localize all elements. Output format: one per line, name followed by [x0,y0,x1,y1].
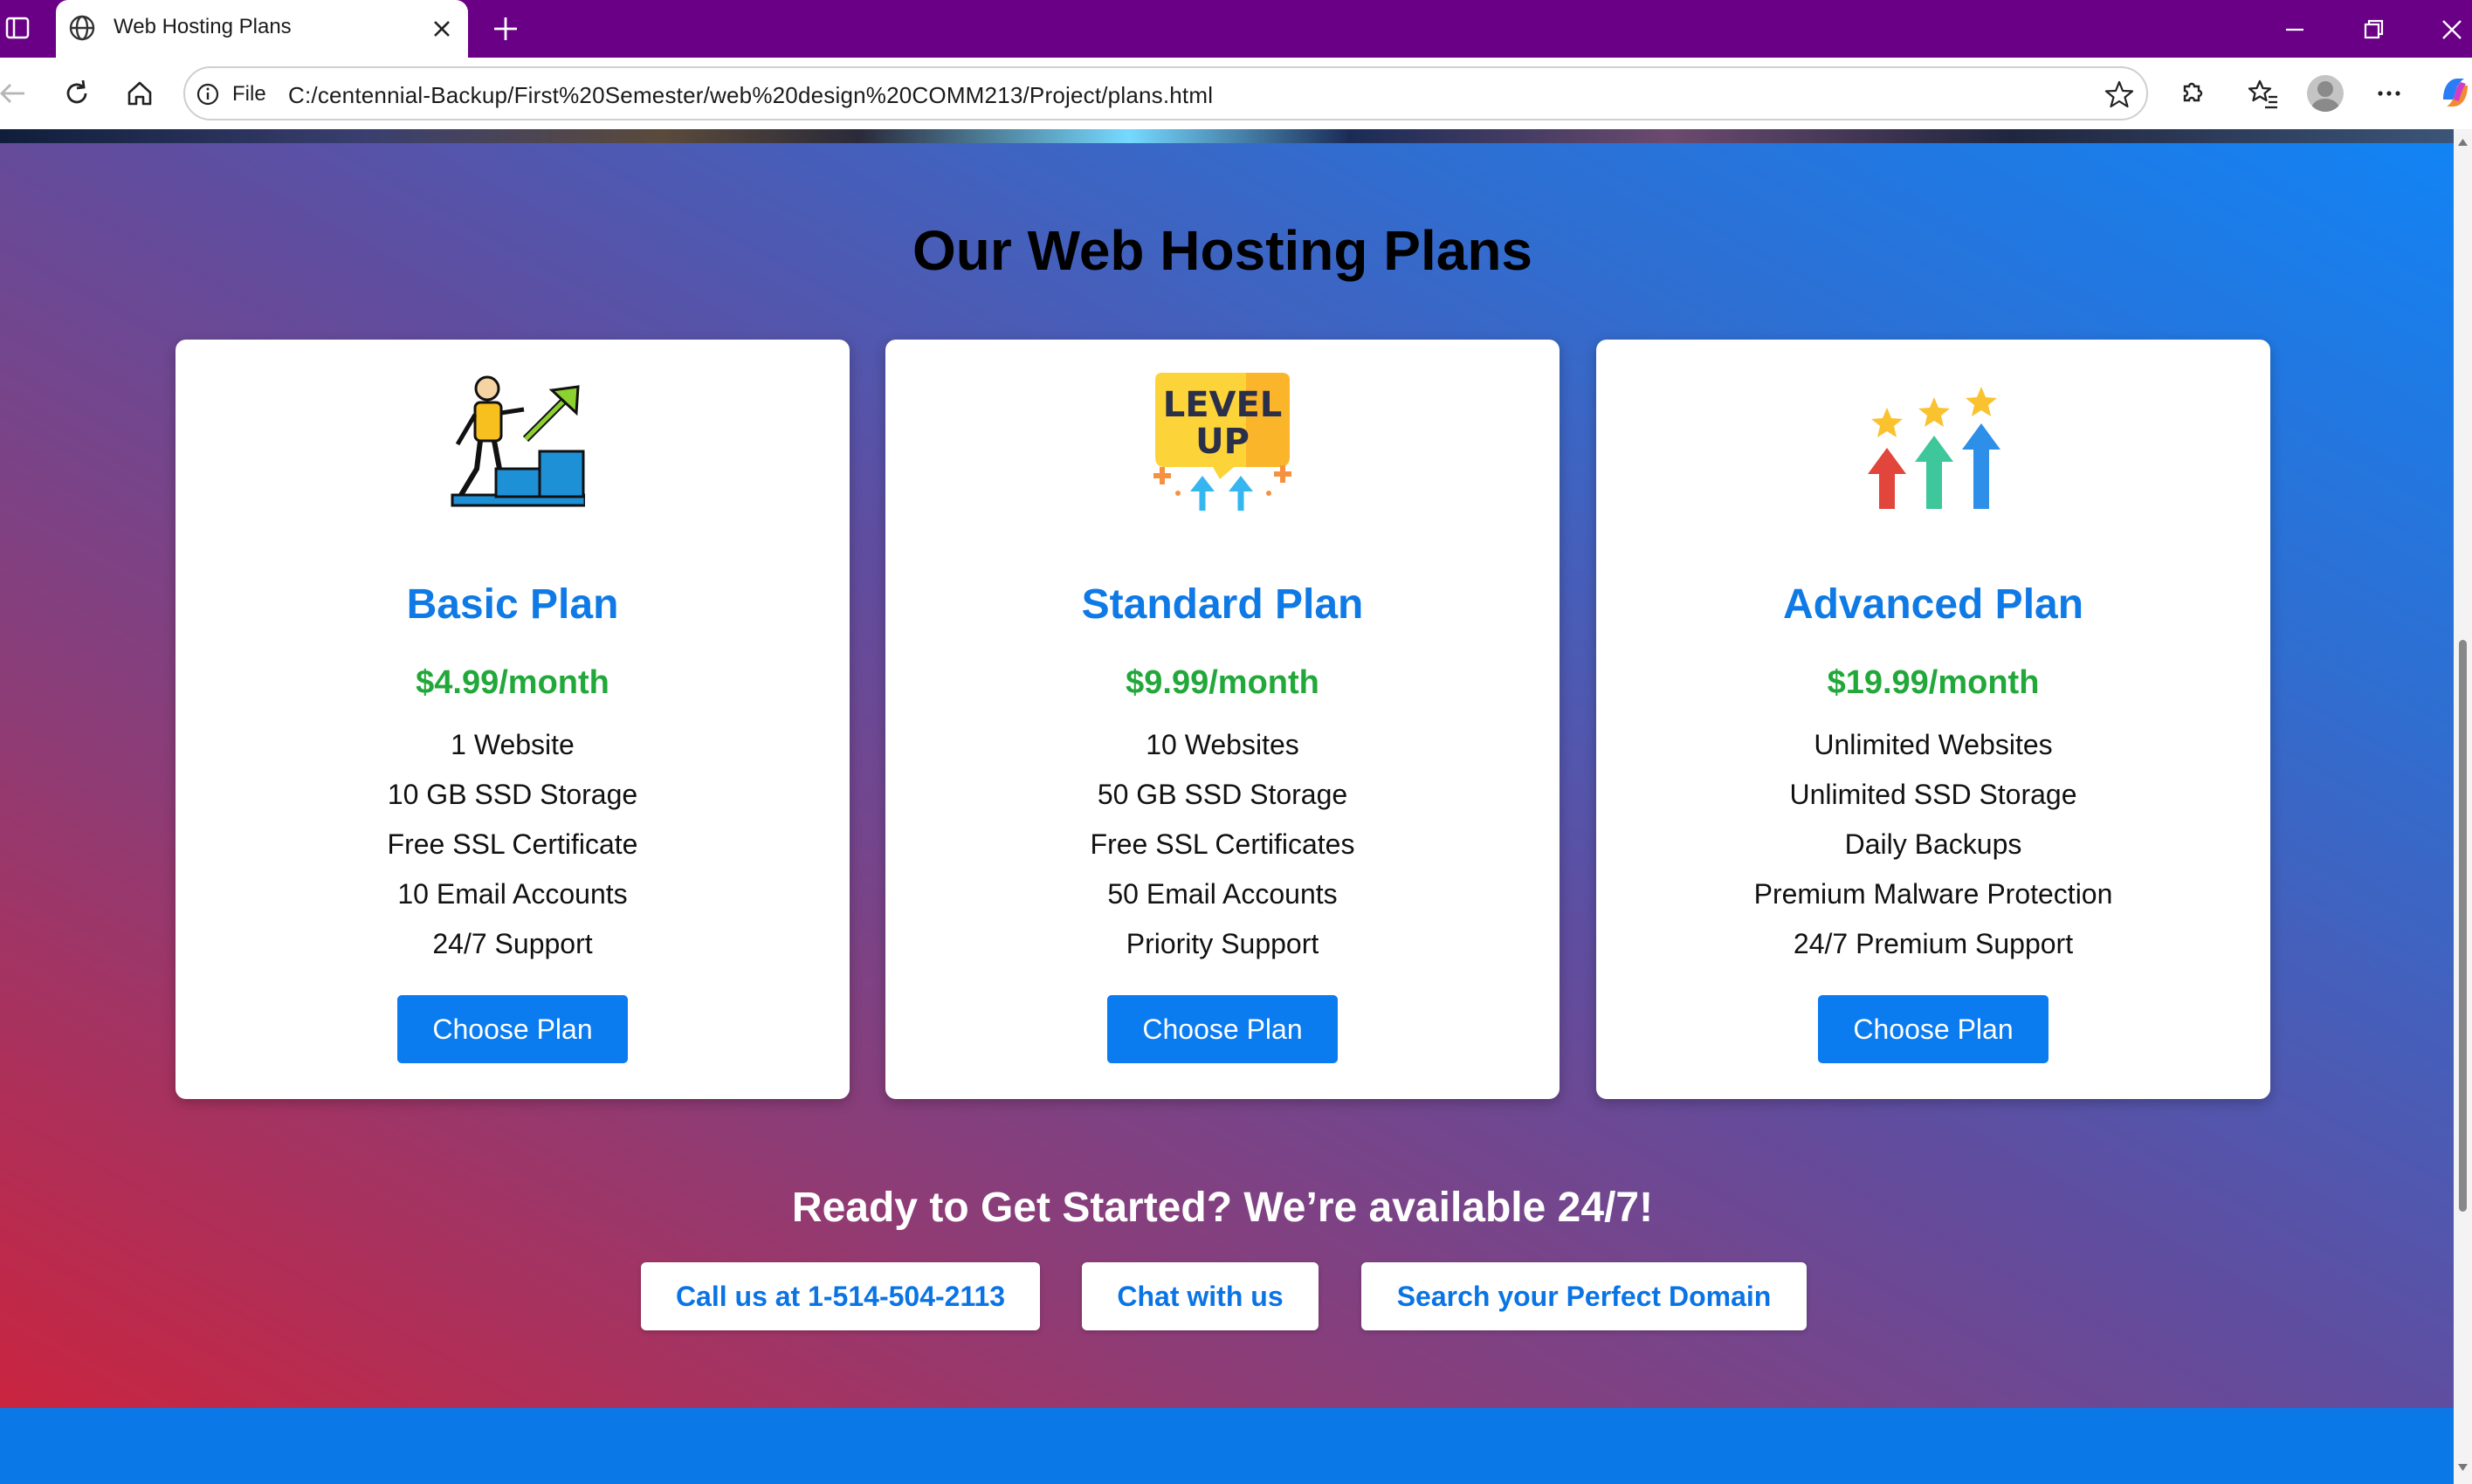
chat-button[interactable]: Chat with us [1082,1262,1319,1330]
back-arrow-icon[interactable] [0,76,31,111]
url-text[interactable]: C:/centennial-Backup/First%20Semester/we… [288,82,1213,109]
browser-tab-active[interactable]: Web Hosting Plans [56,0,468,58]
plan-name: Advanced Plan [1782,581,2084,628]
plan-price: $9.99/month [1126,664,1319,701]
favorites-icon[interactable] [2246,76,2281,111]
feature-item: Daily Backups [1844,828,2022,860]
call-us-button[interactable]: Call us at 1-514-504-2113 [641,1262,1040,1330]
feature-item: 24/7 Support [432,928,593,959]
level-up-text-1: LEVEL [1163,385,1283,425]
feature-item: 10 Email Accounts [397,878,628,910]
extensions-icon[interactable] [2174,76,2209,111]
minimize-icon[interactable] [2277,12,2312,47]
feature-item: Free SSL Certificate [387,828,638,860]
close-window-icon[interactable] [2434,12,2469,47]
feature-item: Priority Support [1126,928,1319,959]
feature-item: 24/7 Premium Support [1793,928,2074,959]
plan-price: $19.99/month [1827,664,2040,701]
scheme-label: File [232,82,266,106]
tab-title: Web Hosting Plans [114,15,292,38]
feature-item: Premium Malware Protection [1753,878,2113,910]
feature-item: 10 GB SSD Storage [387,779,638,810]
feature-item: Unlimited SSD Storage [1789,779,2077,810]
feature-list: 10 Websites 50 GB SSD Storage Free SSL C… [885,720,1560,969]
restore-window-icon[interactable] [2356,12,2391,47]
page-viewport: Our Web Hosting Plans Basic Plan $4.99/m… [0,129,2454,1484]
cta-heading: Ready to Get Started? We’re available 24… [791,1185,1654,1231]
feature-list: 1 Website 10 GB SSD Storage Free SSL Cer… [176,720,850,969]
scroll-down-arrow-icon[interactable] [2457,1463,2469,1472]
level-up-icon: LEVEL UP [1153,373,1291,511]
page-title: Our Web Hosting Plans [912,219,1532,282]
site-info-icon[interactable] [196,82,220,106]
feature-item: Unlimited Websites [1814,729,2053,760]
feature-item: 50 GB SSD Storage [1097,779,1348,810]
growth-stairs-icon [451,375,585,507]
star-arrows-icon [1868,387,2000,509]
home-icon[interactable] [122,76,157,111]
plan-card-standard: LEVEL UP Standard Plan $9.99/month 10 We… [885,340,1560,1099]
plan-price: $4.99/month [416,664,609,701]
copilot-icon[interactable] [2436,73,2472,112]
close-tab-icon[interactable] [430,17,454,41]
plan-name: Standard Plan [1081,581,1364,628]
plan-card-advanced: Advanced Plan $19.99/month Unlimited Web… [1596,340,2270,1099]
feature-item: 1 Website [451,729,575,760]
favorite-star-icon[interactable] [2104,79,2134,109]
address-bar[interactable]: File C:/centennial-Backup/First%20Semest… [183,66,2148,120]
scrollbar-thumb[interactable] [2459,640,2467,1212]
choose-plan-button-basic[interactable]: Choose Plan [397,995,628,1063]
more-options-icon[interactable] [2372,76,2407,111]
browser-toolbar: File C:/centennial-Backup/First%20Semest… [0,58,2472,129]
globe-icon [69,15,95,41]
plan-name: Basic Plan [406,581,619,628]
plan-card-basic: Basic Plan $4.99/month 1 Website 10 GB S… [176,340,850,1099]
scroll-up-arrow-icon[interactable] [2457,138,2469,147]
choose-plan-button-standard[interactable]: Choose Plan [1107,995,1338,1063]
feature-item: Free SSL Certificates [1090,828,1355,860]
profile-avatar[interactable] [2307,75,2344,112]
sidebar-toggle-icon[interactable] [2,12,33,44]
browser-tab-strip: Web Hosting Plans [0,0,2472,58]
feature-item: 50 Email Accounts [1107,878,1338,910]
feature-item: 10 Websites [1146,729,1299,760]
new-tab-icon[interactable] [487,10,524,47]
refresh-icon[interactable] [59,76,94,111]
vertical-scrollbar[interactable] [2454,129,2472,1484]
footer [0,1408,2454,1484]
level-up-text-2: UP [1195,422,1250,462]
feature-list: Unlimited Websites Unlimited SSD Storage… [1596,720,2270,969]
header-image-strip [0,129,2454,143]
search-domain-button[interactable]: Search your Perfect Domain [1361,1262,1807,1330]
choose-plan-button-advanced[interactable]: Choose Plan [1818,995,2049,1063]
